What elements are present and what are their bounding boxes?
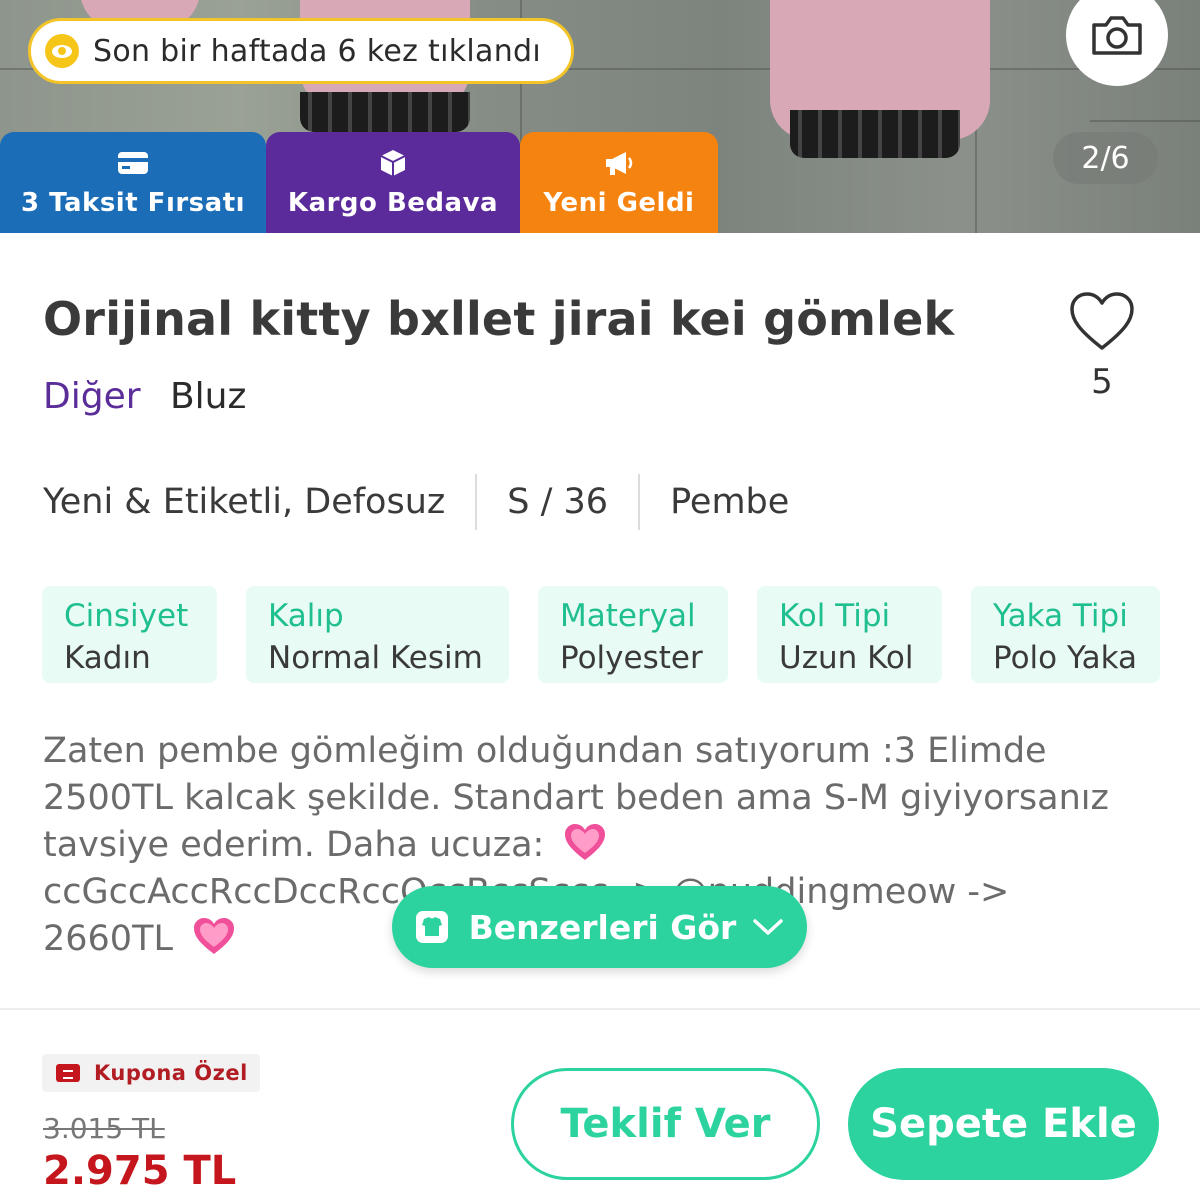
divider xyxy=(475,474,478,530)
product-attributes: Yeni & Etiketli, Defosuz S / 36 Pembe xyxy=(43,474,789,530)
chip-value: Normal Kesim xyxy=(268,640,483,676)
sparkling-heart-emoji xyxy=(194,918,235,954)
divider xyxy=(638,474,641,530)
installment-badge: 3 Taksit Fırsatı xyxy=(0,132,266,233)
chip-key: Materyal xyxy=(560,598,696,634)
see-similar-button[interactable]: Benzerleri Gör xyxy=(392,886,807,968)
chip-value: Polo Yaka xyxy=(993,640,1138,676)
chip-gender: Cinsiyet Kadın xyxy=(42,586,217,683)
make-offer-button[interactable]: Teklif Ver xyxy=(511,1068,820,1180)
new-arrival-label: Yeni Geldi xyxy=(543,187,695,218)
current-price: 2.975 TL xyxy=(43,1148,237,1194)
coupon-badge: Kupona Özel xyxy=(42,1054,260,1092)
description-line-with-emoji: tavsiye ederim. Daha ucuza: xyxy=(43,822,1163,869)
chip-fit: Kalıp Normal Kesim xyxy=(246,586,509,683)
chip-key: Kol Tipi xyxy=(779,598,891,634)
credit-card-icon xyxy=(118,151,148,174)
see-similar-label: Benzerleri Gör xyxy=(468,907,737,947)
chip-value: Uzun Kol xyxy=(779,640,914,676)
chip-key: Kalıp xyxy=(268,598,344,634)
chip-sleeve: Kol Tipi Uzun Kol xyxy=(757,586,942,683)
installment-label: 3 Taksit Fırsatı xyxy=(20,187,246,218)
chip-key: Yaka Tipi xyxy=(993,598,1128,634)
image-page-indicator: 2/6 xyxy=(1053,132,1158,184)
heart-icon xyxy=(1070,292,1134,350)
category-label: Bluz xyxy=(169,376,247,417)
camera-icon xyxy=(1092,16,1142,55)
checkout-bar: Kupona Özel 3.015 TL 2.975 TL Teklif Ver… xyxy=(0,1008,1200,1200)
sparkling-heart-emoji xyxy=(565,824,606,860)
favorite-button[interactable]: 5 xyxy=(1066,292,1138,402)
eye-icon xyxy=(45,34,79,68)
description-text: 2660TL xyxy=(43,919,173,959)
chip-key: Cinsiyet xyxy=(64,598,189,634)
chip-material: Materyal Polyester xyxy=(538,586,728,683)
size-label: S / 36 xyxy=(507,482,609,522)
coupon-label: Kupona Özel xyxy=(94,1061,248,1085)
brand-link[interactable]: Diğer xyxy=(43,376,141,417)
color-label: Pembe xyxy=(670,482,790,522)
old-price: 3.015 TL xyxy=(43,1112,165,1145)
description-line: Zaten pembe gömleğim olduğundan satıyoru… xyxy=(43,731,1047,771)
description-text: tavsiye ederim. Daha ucuza: xyxy=(43,825,545,865)
description-line: 2500TL kalcak şekilde. Standart beden am… xyxy=(43,778,1109,818)
click-count-badge: Son bir haftada 6 kez tıklandı xyxy=(28,18,574,84)
brand-category-line: Diğer Bluz xyxy=(43,376,246,417)
product-title: Orijinal kitty bxllet jirai kei gömlek xyxy=(43,292,955,346)
megaphone-icon xyxy=(606,151,633,175)
favorite-count: 5 xyxy=(1091,362,1113,402)
add-to-cart-button[interactable]: Sepete Ekle xyxy=(848,1068,1159,1180)
attribute-chips: Cinsiyet Kadın Kalıp Normal Kesim Matery… xyxy=(42,586,1160,683)
chip-value: Polyester xyxy=(560,640,703,676)
chevron-down-icon xyxy=(753,919,784,935)
free-shipping-label: Kargo Bedava xyxy=(287,187,499,218)
box-icon xyxy=(380,149,406,176)
coupon-ticket-icon xyxy=(56,1064,80,1082)
chip-collar: Yaka Tipi Polo Yaka xyxy=(971,586,1160,683)
tshirt-icon xyxy=(415,911,448,943)
chip-value: Kadın xyxy=(64,640,151,676)
new-arrival-badge: Yeni Geldi xyxy=(520,132,718,233)
free-shipping-badge: Kargo Bedava xyxy=(266,132,520,233)
click-count-text: Son bir haftada 6 kez tıklandı xyxy=(93,33,541,69)
condition-label: Yeni & Etiketli, Defosuz xyxy=(43,482,446,522)
